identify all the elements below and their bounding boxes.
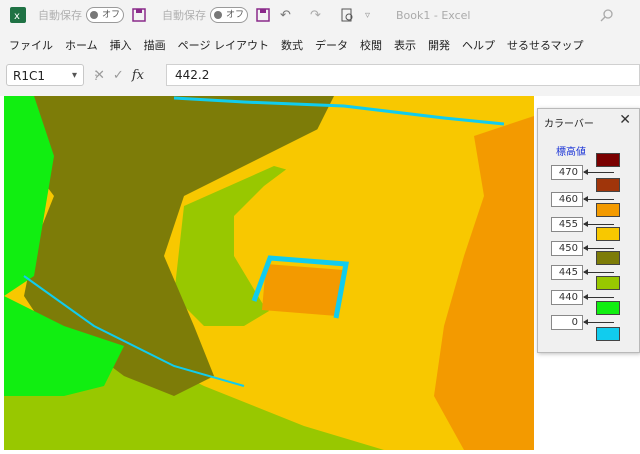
level-input-450[interactable]: 450: [551, 241, 583, 256]
tab-selsel-map[interactable]: せるせるマップ: [507, 37, 584, 53]
save-icon[interactable]: [132, 0, 146, 30]
undo-icon[interactable]: ↶: [280, 0, 291, 30]
excel-app-icon: x: [10, 0, 26, 30]
tab-formulas[interactable]: 数式: [281, 37, 303, 53]
colorbar-dialog: カラーバー ✕ 標高値 470 460 455 450 445 440 0: [537, 108, 640, 353]
map-orange-pond: [262, 264, 344, 316]
color-swatch[interactable]: [596, 276, 620, 290]
tab-home[interactable]: ホーム: [65, 37, 98, 53]
enter-icon[interactable]: ✓: [113, 68, 124, 83]
color-swatch[interactable]: [596, 301, 620, 315]
cancel-icon[interactable]: ✕: [94, 68, 105, 83]
level-input-455[interactable]: 455: [551, 217, 583, 232]
customize-qat-icon[interactable]: ▿: [365, 0, 370, 30]
autosave-label: 自動保存: [38, 9, 82, 22]
name-box-value: R1C1: [13, 69, 45, 83]
tab-draw[interactable]: 描画: [144, 37, 166, 53]
level-arrow: [583, 245, 614, 251]
autosave-toggle-2[interactable]: オフ: [206, 0, 248, 30]
tab-insert[interactable]: 挿入: [110, 37, 132, 53]
level-arrow: [583, 196, 614, 202]
level-input-470[interactable]: 470: [551, 165, 583, 180]
color-swatch[interactable]: [596, 203, 620, 217]
tab-review[interactable]: 校閲: [360, 37, 382, 53]
autosave-label-2: 自動保存: [162, 9, 206, 22]
autosave-toggle-label-2: オフ: [226, 10, 245, 20]
autosave-toggle[interactable]: オフ: [82, 0, 124, 30]
preview-icon[interactable]: [340, 0, 354, 30]
level-arrow: [583, 294, 614, 300]
autosave-toggle-label: オフ: [102, 10, 121, 20]
level-input-445[interactable]: 445: [551, 265, 583, 280]
tab-developer[interactable]: 開発: [428, 37, 450, 53]
formula-buttons: ✕ ✓ fx: [94, 64, 164, 86]
redo-icon[interactable]: ↷: [310, 0, 321, 30]
color-swatch[interactable]: [596, 251, 620, 265]
color-swatch[interactable]: [596, 178, 620, 192]
search-icon[interactable]: [600, 0, 614, 30]
tab-data[interactable]: データ: [315, 37, 348, 53]
name-box[interactable]: R1C1 ▾: [6, 64, 84, 86]
color-swatch[interactable]: [596, 153, 620, 167]
level-arrow: [583, 269, 614, 275]
document-title: Book1 - Excel: [396, 8, 471, 22]
tab-help[interactable]: ヘルプ: [462, 37, 495, 53]
level-arrow: [583, 169, 614, 175]
level-input-0[interactable]: 0: [551, 315, 583, 330]
close-icon[interactable]: ✕: [619, 112, 631, 128]
insert-function-icon[interactable]: fx: [132, 68, 144, 83]
level-input-440[interactable]: 440: [551, 290, 583, 305]
tab-file[interactable]: ファイル: [9, 37, 53, 53]
svg-text:x: x: [14, 11, 20, 22]
level-input-460[interactable]: 460: [551, 192, 583, 207]
title-bar: x 自動保存 オフ 自動保存 オフ ↶ ↷ ▿ Book1 - Excel: [0, 0, 640, 30]
colorbar-header: 標高値: [556, 147, 586, 158]
color-swatch[interactable]: [596, 327, 620, 341]
formula-bar: R1C1 ▾ ⋮ ✕ ✓ fx 442.2: [0, 62, 640, 90]
colorbar-title: カラーバー: [544, 119, 594, 130]
color-swatch[interactable]: [596, 227, 620, 241]
tab-page-layout[interactable]: ページ レイアウト: [178, 37, 269, 53]
level-arrow: [583, 319, 614, 325]
elevation-map: [4, 96, 534, 450]
save-icon-2[interactable]: [256, 0, 270, 30]
level-arrow: [583, 221, 614, 227]
chevron-down-icon[interactable]: ▾: [72, 65, 77, 87]
ribbon-tabs: ファイル ホーム 挿入 描画 ページ レイアウト 数式 データ 校閲 表示 開発…: [0, 30, 640, 60]
tab-view[interactable]: 表示: [394, 37, 416, 53]
formula-input[interactable]: 442.2: [166, 64, 640, 86]
